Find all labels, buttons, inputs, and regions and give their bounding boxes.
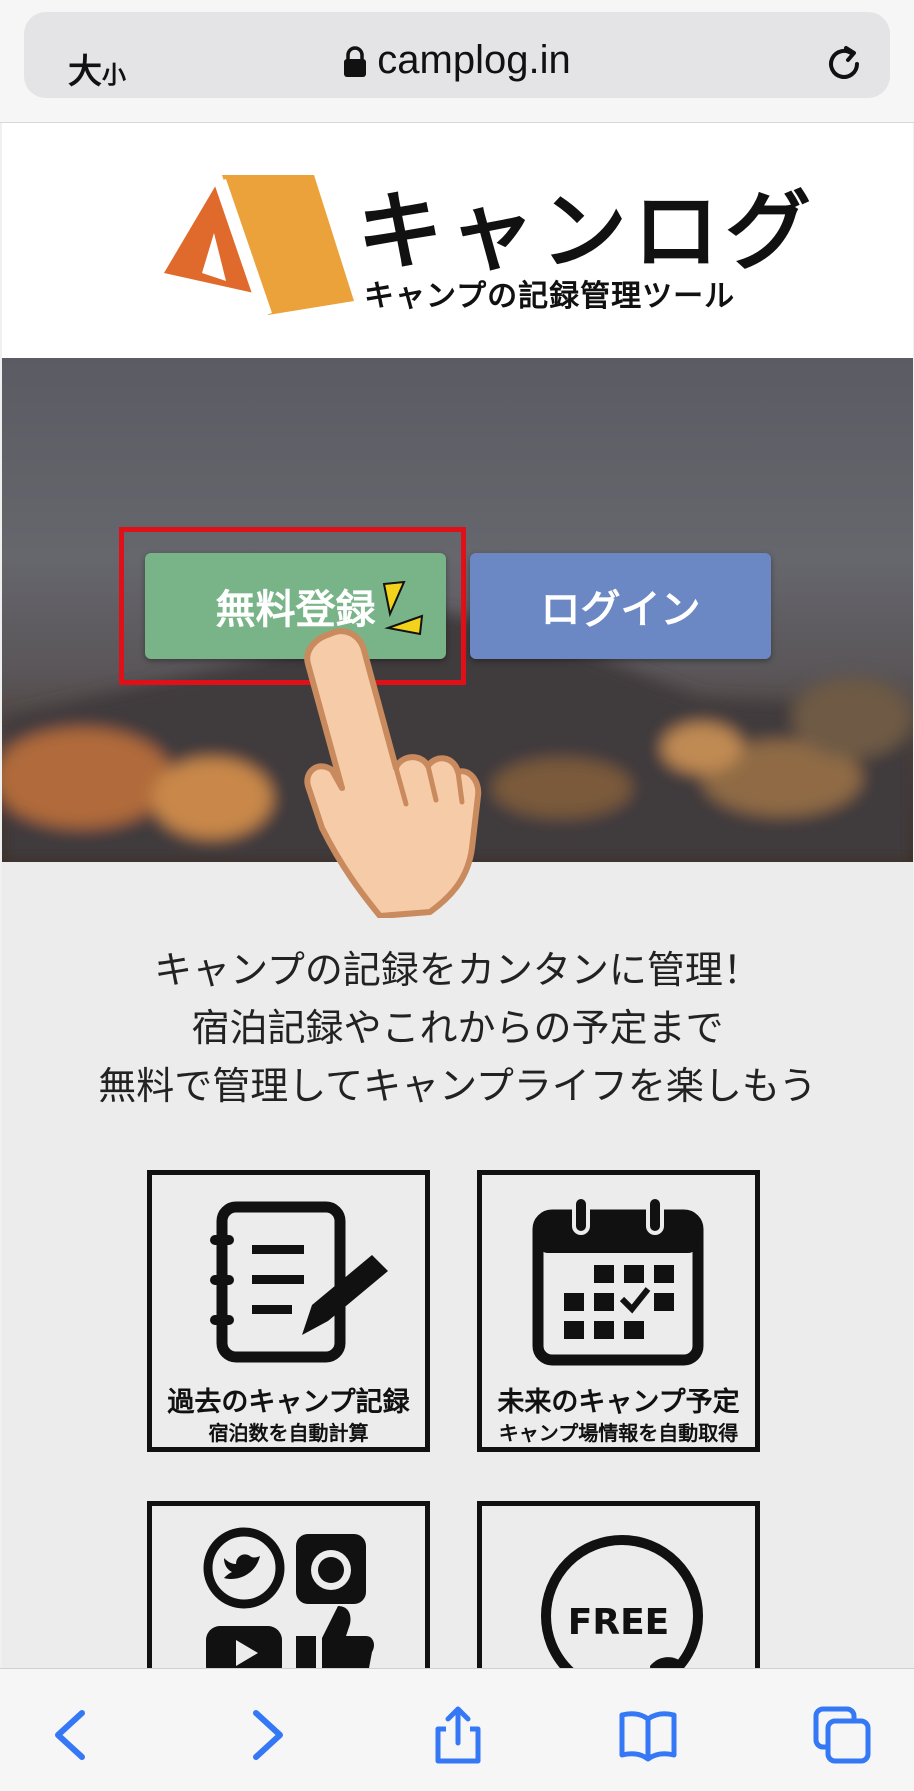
calendar-icon: [532, 1195, 704, 1366]
login-button[interactable]: ログイン: [470, 553, 771, 659]
tabs-icon[interactable]: [812, 1705, 872, 1765]
share-icon[interactable]: [428, 1705, 488, 1765]
free-badge-icon: [541, 1535, 703, 1668]
url-display[interactable]: camplog.in: [24, 38, 890, 83]
url-field[interactable]: 大小 camplog.in: [24, 12, 890, 98]
logo-subtitle: キャンプの記録管理ツール: [364, 279, 736, 314]
feature-title: 未来のキャンプ予定: [497, 1387, 740, 1418]
browser-toolbar: [0, 1668, 914, 1791]
feature-subtitle: 宿泊数を自動計算: [208, 1421, 369, 1445]
feature-card-free[interactable]: FREE: [477, 1501, 760, 1668]
intro-line: 無料で管理してキャンプライフを楽しもう: [98, 1064, 817, 1108]
browser-address-bar: 大小 camplog.in: [0, 0, 914, 123]
social-media-icons: [203, 1527, 374, 1668]
feature-card-social[interactable]: [147, 1501, 430, 1668]
intro-line: 宿泊記録やこれからの予定まで: [191, 1006, 724, 1050]
tent-logo-icon: [164, 175, 354, 317]
intro-line: キャンプの記録をカンタンに管理！: [154, 948, 761, 992]
site-header: キャンログ キャンプの記録管理ツール: [2, 123, 913, 358]
bookmarks-icon[interactable]: [618, 1705, 678, 1765]
reload-icon[interactable]: [822, 42, 866, 86]
free-badge-text: FREE: [567, 1602, 670, 1643]
lock-icon: [344, 46, 367, 78]
forward-icon[interactable]: [236, 1705, 296, 1765]
feature-card-past-records[interactable]: 過去のキャンプ記録 宿泊数を自動計算: [147, 1170, 430, 1452]
intro-text: キャンプの記録をカンタンに管理！ 宿泊記録やこれからの予定まで 無料で管理してキ…: [2, 941, 913, 1115]
url-text: camplog.in: [377, 38, 571, 82]
notebook-pencil-icon: [210, 1201, 388, 1363]
back-icon[interactable]: [42, 1705, 102, 1765]
feature-title: 過去のキャンプ記録: [167, 1387, 410, 1418]
web-page: キャンログ キャンプの記録管理ツール 無料登録 ログイン キャンプの記録をカンタ…: [2, 123, 913, 1668]
feature-subtitle: キャンプ場情報を自動取得: [498, 1421, 739, 1445]
feature-card-future-plans[interactable]: 未来のキャンプ予定 キャンプ場情報を自動取得: [477, 1170, 760, 1452]
logo-title: キャンログ: [357, 182, 817, 282]
pointing-hand-icon: [304, 628, 482, 918]
